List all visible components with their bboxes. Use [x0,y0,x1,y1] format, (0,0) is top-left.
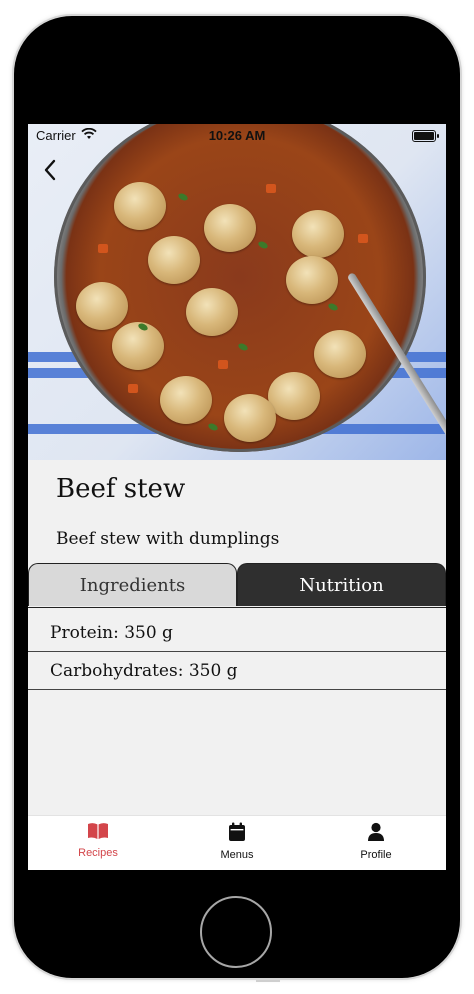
tabbar-item-profile[interactable]: Profile [326,822,426,861]
tabbar-label-profile: Profile [360,849,392,861]
nutrition-row-protein: Protein: 350 g [28,614,446,652]
carrot-piece [98,244,108,253]
meatball [286,256,338,304]
app-screen: Carrier 10:26 AM Beef stew Beef stew wit… [28,124,446,870]
person-icon [368,822,384,841]
recipe-tabs: Ingredients Nutrition [28,563,446,607]
bottom-tab-bar: Recipes Menus Profile [28,815,446,870]
recipe-photo [28,124,446,460]
carrot-piece [128,384,138,393]
nutrition-row-carbohydrates: Carbohydrates: 350 g [28,652,446,690]
calendar-icon [229,822,245,841]
meatball [186,288,238,336]
carrot-piece [218,360,228,369]
tabbar-label-recipes: Recipes [78,847,118,859]
meatball [224,394,276,442]
tab-ingredients[interactable]: Ingredients [28,563,237,606]
back-button[interactable] [34,154,66,186]
device-mark [256,980,280,982]
status-time: 10:26 AM [208,128,266,143]
tabs-divider [28,607,446,608]
carrot-piece [266,184,276,193]
meatball [148,236,200,284]
meatball [114,182,166,230]
meatball [160,376,212,424]
recipe-description: Beef stew with dumplings [56,529,280,549]
carrot-piece [358,234,368,243]
meatball [76,282,128,330]
recipe-title: Beef stew [56,474,186,504]
meatball [112,322,164,370]
tabbar-item-recipes[interactable]: Recipes [48,822,148,859]
status-bar: Carrier 10:26 AM [28,124,446,146]
meatball [204,204,256,252]
home-button[interactable] [200,896,272,968]
tabbar-item-menus[interactable]: Menus [187,822,287,861]
battery-icon [412,130,439,142]
tabbar-label-menus: Menus [220,849,254,861]
meatball [314,330,366,378]
book-icon [88,823,108,839]
meatball [268,372,320,420]
meatball [292,210,344,258]
chevron-left-icon [44,159,56,181]
tab-nutrition[interactable]: Nutrition [237,563,446,606]
